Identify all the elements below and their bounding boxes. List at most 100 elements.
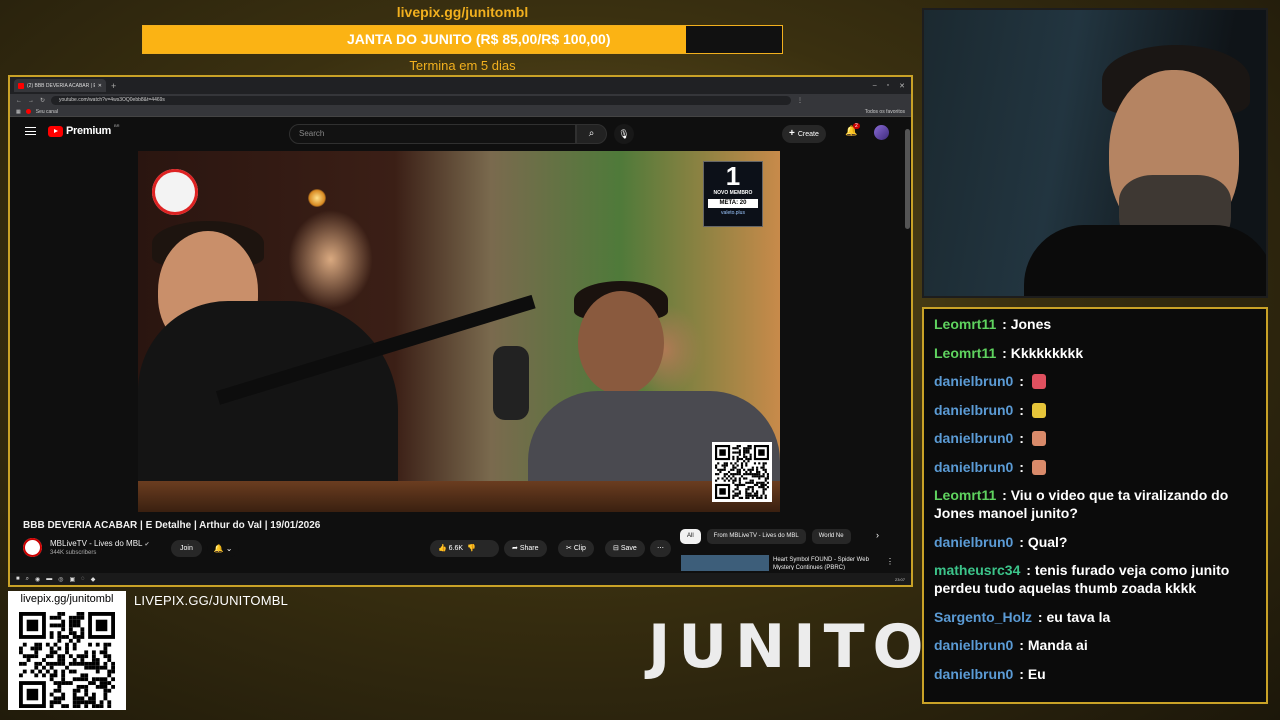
chat-separator: :	[1015, 533, 1028, 550]
chat-separator: :	[1015, 665, 1028, 682]
chat-username[interactable]: Leomrt11	[934, 487, 996, 503]
chat-username[interactable]: Leomrt11	[934, 345, 996, 361]
tab-close-icon[interactable]: ✕	[98, 83, 102, 89]
channel-avatar[interactable]	[23, 538, 42, 557]
chevron-down-icon: ⌄	[225, 544, 233, 553]
reload-icon[interactable]: ↻	[40, 97, 45, 104]
minimize-icon[interactable]: –	[873, 82, 877, 90]
extensions-icon[interactable]: ⋮	[797, 97, 803, 104]
video-qr-code	[712, 442, 772, 502]
chat-message: danielbrun0 :	[934, 429, 1256, 447]
account-avatar[interactable]	[874, 125, 889, 140]
chat-username[interactable]: danielbrun0	[934, 430, 1013, 446]
photos-icon[interactable]: ▣	[70, 576, 76, 583]
chat-panel: Leomrt11 : Jones Leomrt11 : Kkkkkkkkk dani…	[922, 307, 1268, 704]
menu-icon[interactable]	[25, 127, 36, 135]
chat-username[interactable]: Sargento_Holz	[934, 609, 1032, 625]
channel-watermark-logo	[152, 169, 198, 215]
goal-ends-text: Termina em 5 dias	[409, 58, 516, 73]
qr-code-pattern	[715, 445, 769, 499]
microphone-icon[interactable]: 🎙	[614, 124, 634, 144]
chip-world-news[interactable]: World Ne	[811, 529, 851, 544]
chat-username[interactable]: danielbrun0	[934, 637, 1013, 653]
webcam-feed	[922, 8, 1268, 298]
chat-message: Sargento_Holz : eu tava la	[934, 608, 1256, 626]
recommended-thumbnail[interactable]	[681, 555, 769, 571]
chat-username[interactable]: danielbrun0	[934, 459, 1013, 475]
window-controls: – ▫ ✕	[873, 82, 911, 90]
like-count: 6.6K	[448, 545, 464, 552]
chat-username[interactable]: danielbrun0	[934, 402, 1013, 418]
search-input[interactable]: Search	[289, 124, 576, 144]
chat-username[interactable]: danielbrun0	[934, 373, 1013, 389]
chat-separator: :	[998, 344, 1011, 361]
chat-text: Eu	[1027, 665, 1046, 682]
chat-emote-icon	[1031, 374, 1046, 389]
share-icon: ➦	[512, 545, 518, 552]
apps-icon[interactable]: ▦	[16, 109, 21, 115]
video-player[interactable]: 1 NOVO MEMBRO META: 20 valeto.plus	[138, 151, 780, 512]
thumbs-down-icon[interactable]: 👎	[467, 545, 476, 552]
all-bookmarks[interactable]: Todos os favoritos	[865, 109, 905, 115]
browser-tab-strip: (2) BBB DEVERIA ACABAR | E... ✕ + – ▫ ✕	[10, 77, 911, 94]
subscription-bell-button[interactable]: 🔔 ⌄	[207, 540, 239, 557]
join-button[interactable]: Join	[171, 540, 202, 557]
chevron-right-icon[interactable]: ›	[876, 530, 879, 540]
search-taskbar-icon[interactable]: ⌕	[26, 576, 29, 583]
bookmark-item[interactable]: Seu canal	[36, 109, 58, 115]
livepix-link-text: LIVEPIX.GG/JUNITOMBL	[134, 593, 289, 608]
back-icon[interactable]: ←	[16, 98, 22, 104]
chat-message: danielbrun0 : Qual?	[934, 533, 1256, 551]
video-microphone	[493, 346, 529, 420]
steam-icon[interactable]: ◆	[91, 576, 96, 583]
member-goal-badge: 1 NOVO MEMBRO META: 20 valeto.plus	[703, 161, 763, 227]
bookmark-favicon-icon	[25, 109, 31, 114]
share-label: Share	[519, 545, 539, 552]
chat-emote-icon	[1031, 431, 1046, 446]
chat-text: Manda ai	[1027, 637, 1088, 653]
obs-icon[interactable]: ◌	[81, 576, 85, 582]
chat-username[interactable]: danielbrun0	[934, 534, 1013, 550]
maximize-icon[interactable]: ▫	[887, 82, 889, 90]
forward-icon[interactable]: →	[28, 98, 34, 104]
member-site: valeto.plus	[721, 210, 745, 216]
save-button[interactable]: ⊟ Save	[605, 540, 645, 557]
brave-icon[interactable]: ◉	[35, 576, 40, 583]
like-button[interactable]: 👍 6.6K	[438, 545, 463, 552]
more-actions-icon[interactable]: ⋯	[650, 540, 671, 557]
page-scrollbar[interactable]	[905, 129, 910, 229]
create-button[interactable]: + Create	[782, 125, 826, 143]
search-icon[interactable]: ⌕	[576, 124, 607, 144]
clip-button[interactable]: ✂ Clip	[558, 540, 594, 557]
chat-text: Qual?	[1027, 533, 1068, 550]
video-lamp	[308, 189, 326, 207]
youtube-logo[interactable]: Premium BR	[48, 123, 120, 137]
new-tab-icon[interactable]: +	[111, 81, 116, 91]
chrome-icon[interactable]: ◎	[58, 576, 63, 583]
recommended-title[interactable]: Heart Symbol FOUND - Spider Web Mystery …	[773, 556, 873, 570]
thumbs-up-icon: 👍	[438, 545, 447, 552]
chat-emote-icon	[1031, 459, 1046, 475]
recommended-more-icon[interactable]: ⋮	[886, 557, 894, 566]
share-button[interactable]: ➦ Share	[504, 540, 547, 557]
folder-icon[interactable]: ▬	[46, 576, 52, 582]
youtube-header: Premium BR Search ⌕ 🎙 + Create 🔔 2	[10, 117, 911, 150]
chat-username[interactable]: matheusrc34	[934, 562, 1020, 578]
subscriber-count: 344K subscribers	[50, 550, 97, 556]
start-icon[interactable]: ■	[16, 576, 20, 582]
chip-all[interactable]: All	[680, 529, 701, 544]
close-window-icon[interactable]: ✕	[899, 82, 905, 90]
scissors-icon: ✂	[566, 545, 572, 552]
chat-username[interactable]: Leomrt11	[934, 316, 996, 332]
chat-username[interactable]: danielbrun0	[934, 666, 1013, 682]
chip-from-channel[interactable]: From MBLiveTV - Lives do MBL	[706, 529, 806, 544]
chat-separator: :	[1034, 608, 1047, 625]
browser-tab[interactable]: (2) BBB DEVERIA ACABAR | E... ✕	[14, 79, 106, 92]
chat-message: Leomrt11 : Kkkkkkkkk	[934, 344, 1256, 362]
channel-name[interactable]: MBLiveTV - Lives do MBL ✔	[50, 539, 150, 548]
verified-icon: ✔	[144, 542, 150, 548]
chat-message: Leomrt11 : Jones	[934, 315, 1256, 333]
url-field[interactable]: youtube.com/watch?v=4ws3OQ0ebb8&t=4469s	[51, 96, 792, 105]
video-person-right	[578, 291, 664, 395]
chat-separator: :	[1015, 401, 1028, 418]
